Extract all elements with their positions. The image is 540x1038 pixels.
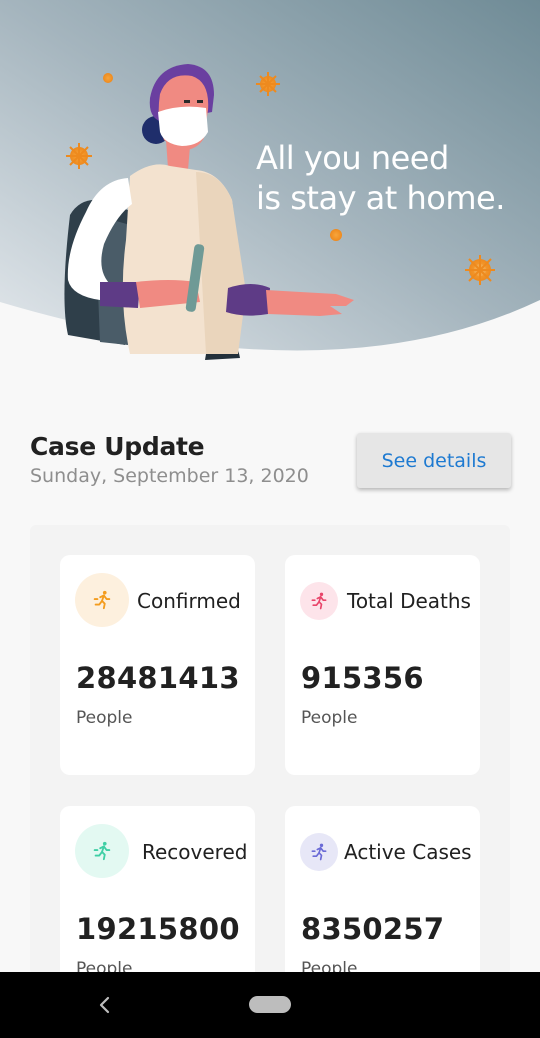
- stat-label-confirmed: Confirmed: [137, 589, 241, 613]
- active-icon-badge: [300, 833, 338, 871]
- stat-label-total-deaths: Total Deaths: [347, 589, 471, 613]
- stat-unit-total-deaths: People: [301, 708, 358, 728]
- hero-headline-line1: All you need: [256, 139, 449, 177]
- back-chevron-icon[interactable]: [94, 994, 114, 1016]
- confirmed-icon-badge: [75, 573, 129, 627]
- stat-card-confirmed[interactable]: Confirmed 28481413 People: [60, 555, 255, 775]
- running-person-icon: [311, 843, 327, 861]
- case-update-title: Case Update: [30, 432, 205, 461]
- stat-label-active-cases: Active Cases: [344, 840, 472, 864]
- hero-headline: All you need is stay at home.: [256, 138, 526, 218]
- see-details-button[interactable]: See details: [357, 433, 511, 488]
- hero-banner: All you need is stay at home.: [0, 0, 540, 372]
- stat-value-total-deaths: 915356: [301, 661, 424, 695]
- stat-value-confirmed: 28481413: [76, 661, 240, 695]
- stat-card-recovered[interactable]: Recovered 19215800 People: [60, 806, 255, 975]
- running-person-icon: [93, 841, 111, 861]
- case-update-date: Sunday, September 13, 2020: [30, 465, 309, 487]
- running-person-icon: [93, 590, 111, 610]
- stat-unit-confirmed: People: [76, 708, 133, 728]
- deaths-icon-badge: [300, 582, 338, 620]
- home-pill-icon[interactable]: [249, 996, 291, 1013]
- system-navigation-bar: [0, 972, 540, 1038]
- stat-label-recovered: Recovered: [142, 840, 248, 864]
- stat-card-active-cases[interactable]: Active Cases 8350257 People: [285, 806, 480, 975]
- running-person-icon: [311, 592, 327, 610]
- recovered-icon-badge: [75, 824, 129, 878]
- hero-headline-line2: is stay at home.: [256, 179, 505, 217]
- stat-value-active-cases: 8350257: [301, 912, 445, 946]
- stat-value-recovered: 19215800: [76, 912, 240, 946]
- stats-panel: Confirmed 28481413 People Total Deaths 9…: [30, 525, 510, 975]
- stat-card-total-deaths[interactable]: Total Deaths 915356 People: [285, 555, 480, 775]
